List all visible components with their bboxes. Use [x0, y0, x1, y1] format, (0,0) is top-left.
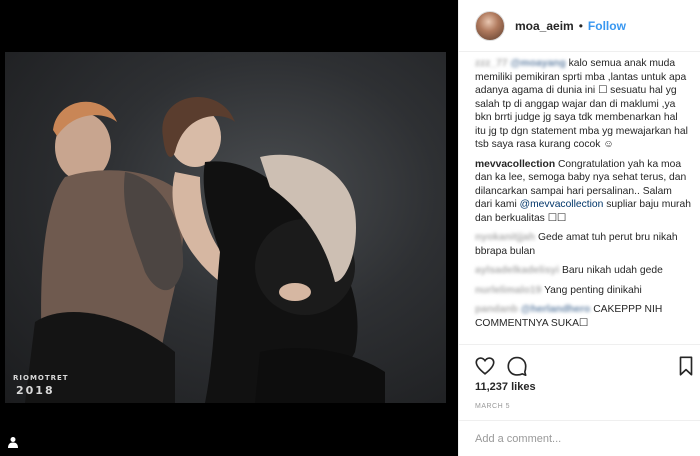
comment-username[interactable]: pandanb	[475, 304, 518, 315]
likes-count[interactable]: 11,237 likes	[475, 381, 536, 393]
comment-username[interactable]: zzz_77	[475, 58, 508, 69]
photo-pane: RIOMOTRET 2018	[0, 0, 458, 456]
avatar[interactable]	[475, 10, 505, 41]
comment-text: kalo semua anak muda memiliki pemikiran …	[475, 58, 688, 150]
post-header: moa_aeim • Follow	[459, 0, 700, 52]
comment-text: Yang penting dinikahi	[544, 284, 642, 296]
comment: nyokanitjjah Gede amat tuh perut bru nik…	[475, 231, 691, 258]
comment-username[interactable]: aylsadelkadelisyi	[475, 265, 559, 276]
comment-username[interactable]: nyokanitjjah	[475, 232, 535, 243]
photo-illustration	[25, 96, 385, 403]
watermark-brand: RIOMOTRET	[13, 374, 69, 382]
comment: mevvacollection Congratulation yah ka mo…	[475, 158, 691, 226]
photo-watermark: RIOMOTRET 2018	[13, 374, 69, 397]
watermark-year: 2018	[16, 384, 55, 397]
heart-icon[interactable]	[474, 355, 496, 377]
add-comment-input[interactable]	[475, 430, 680, 448]
comment: nurlelimalo19 Yang penting dinikahi	[475, 284, 691, 298]
post-date[interactable]: MARCH 5	[475, 403, 510, 410]
comment-icon[interactable]	[506, 355, 528, 377]
user-tag-icon[interactable]	[7, 436, 19, 448]
add-comment-section	[459, 420, 700, 456]
bookmark-icon[interactable]	[677, 355, 695, 377]
follow-button[interactable]: Follow	[588, 19, 626, 33]
instagram-post-modal: RIOMOTRET 2018 moa_aeim • Follow zzz_77 …	[0, 0, 700, 456]
comment-username[interactable]: nurlelimalo19	[475, 285, 541, 296]
comments-list[interactable]: zzz_77 @moayang kalo semua anak muda mem…	[459, 52, 700, 342]
header-separator: •	[578, 18, 583, 33]
comment: aylsadelkadelisyi Baru nikah udah gede	[475, 264, 691, 278]
comment: pandanb @herlandhero CAKEPPP NIH COMMENT…	[475, 303, 691, 330]
post-details-panel: moa_aeim • Follow zzz_77 @moayang kalo s…	[458, 0, 700, 456]
post-photo[interactable]: RIOMOTRET 2018	[5, 52, 446, 403]
comment-username[interactable]: mevvacollection	[475, 159, 555, 170]
comment-mention[interactable]: @moayang	[511, 58, 566, 69]
comment-mention[interactable]: @mevvacollection	[520, 199, 604, 210]
comment-text: Baru nikah udah gede	[562, 265, 663, 276]
comment-mention[interactable]: @herlandhero	[521, 304, 591, 315]
action-bar	[459, 344, 700, 384]
author-username[interactable]: moa_aeim	[515, 19, 574, 33]
comment: zzz_77 @moayang kalo semua anak muda mem…	[475, 57, 691, 152]
